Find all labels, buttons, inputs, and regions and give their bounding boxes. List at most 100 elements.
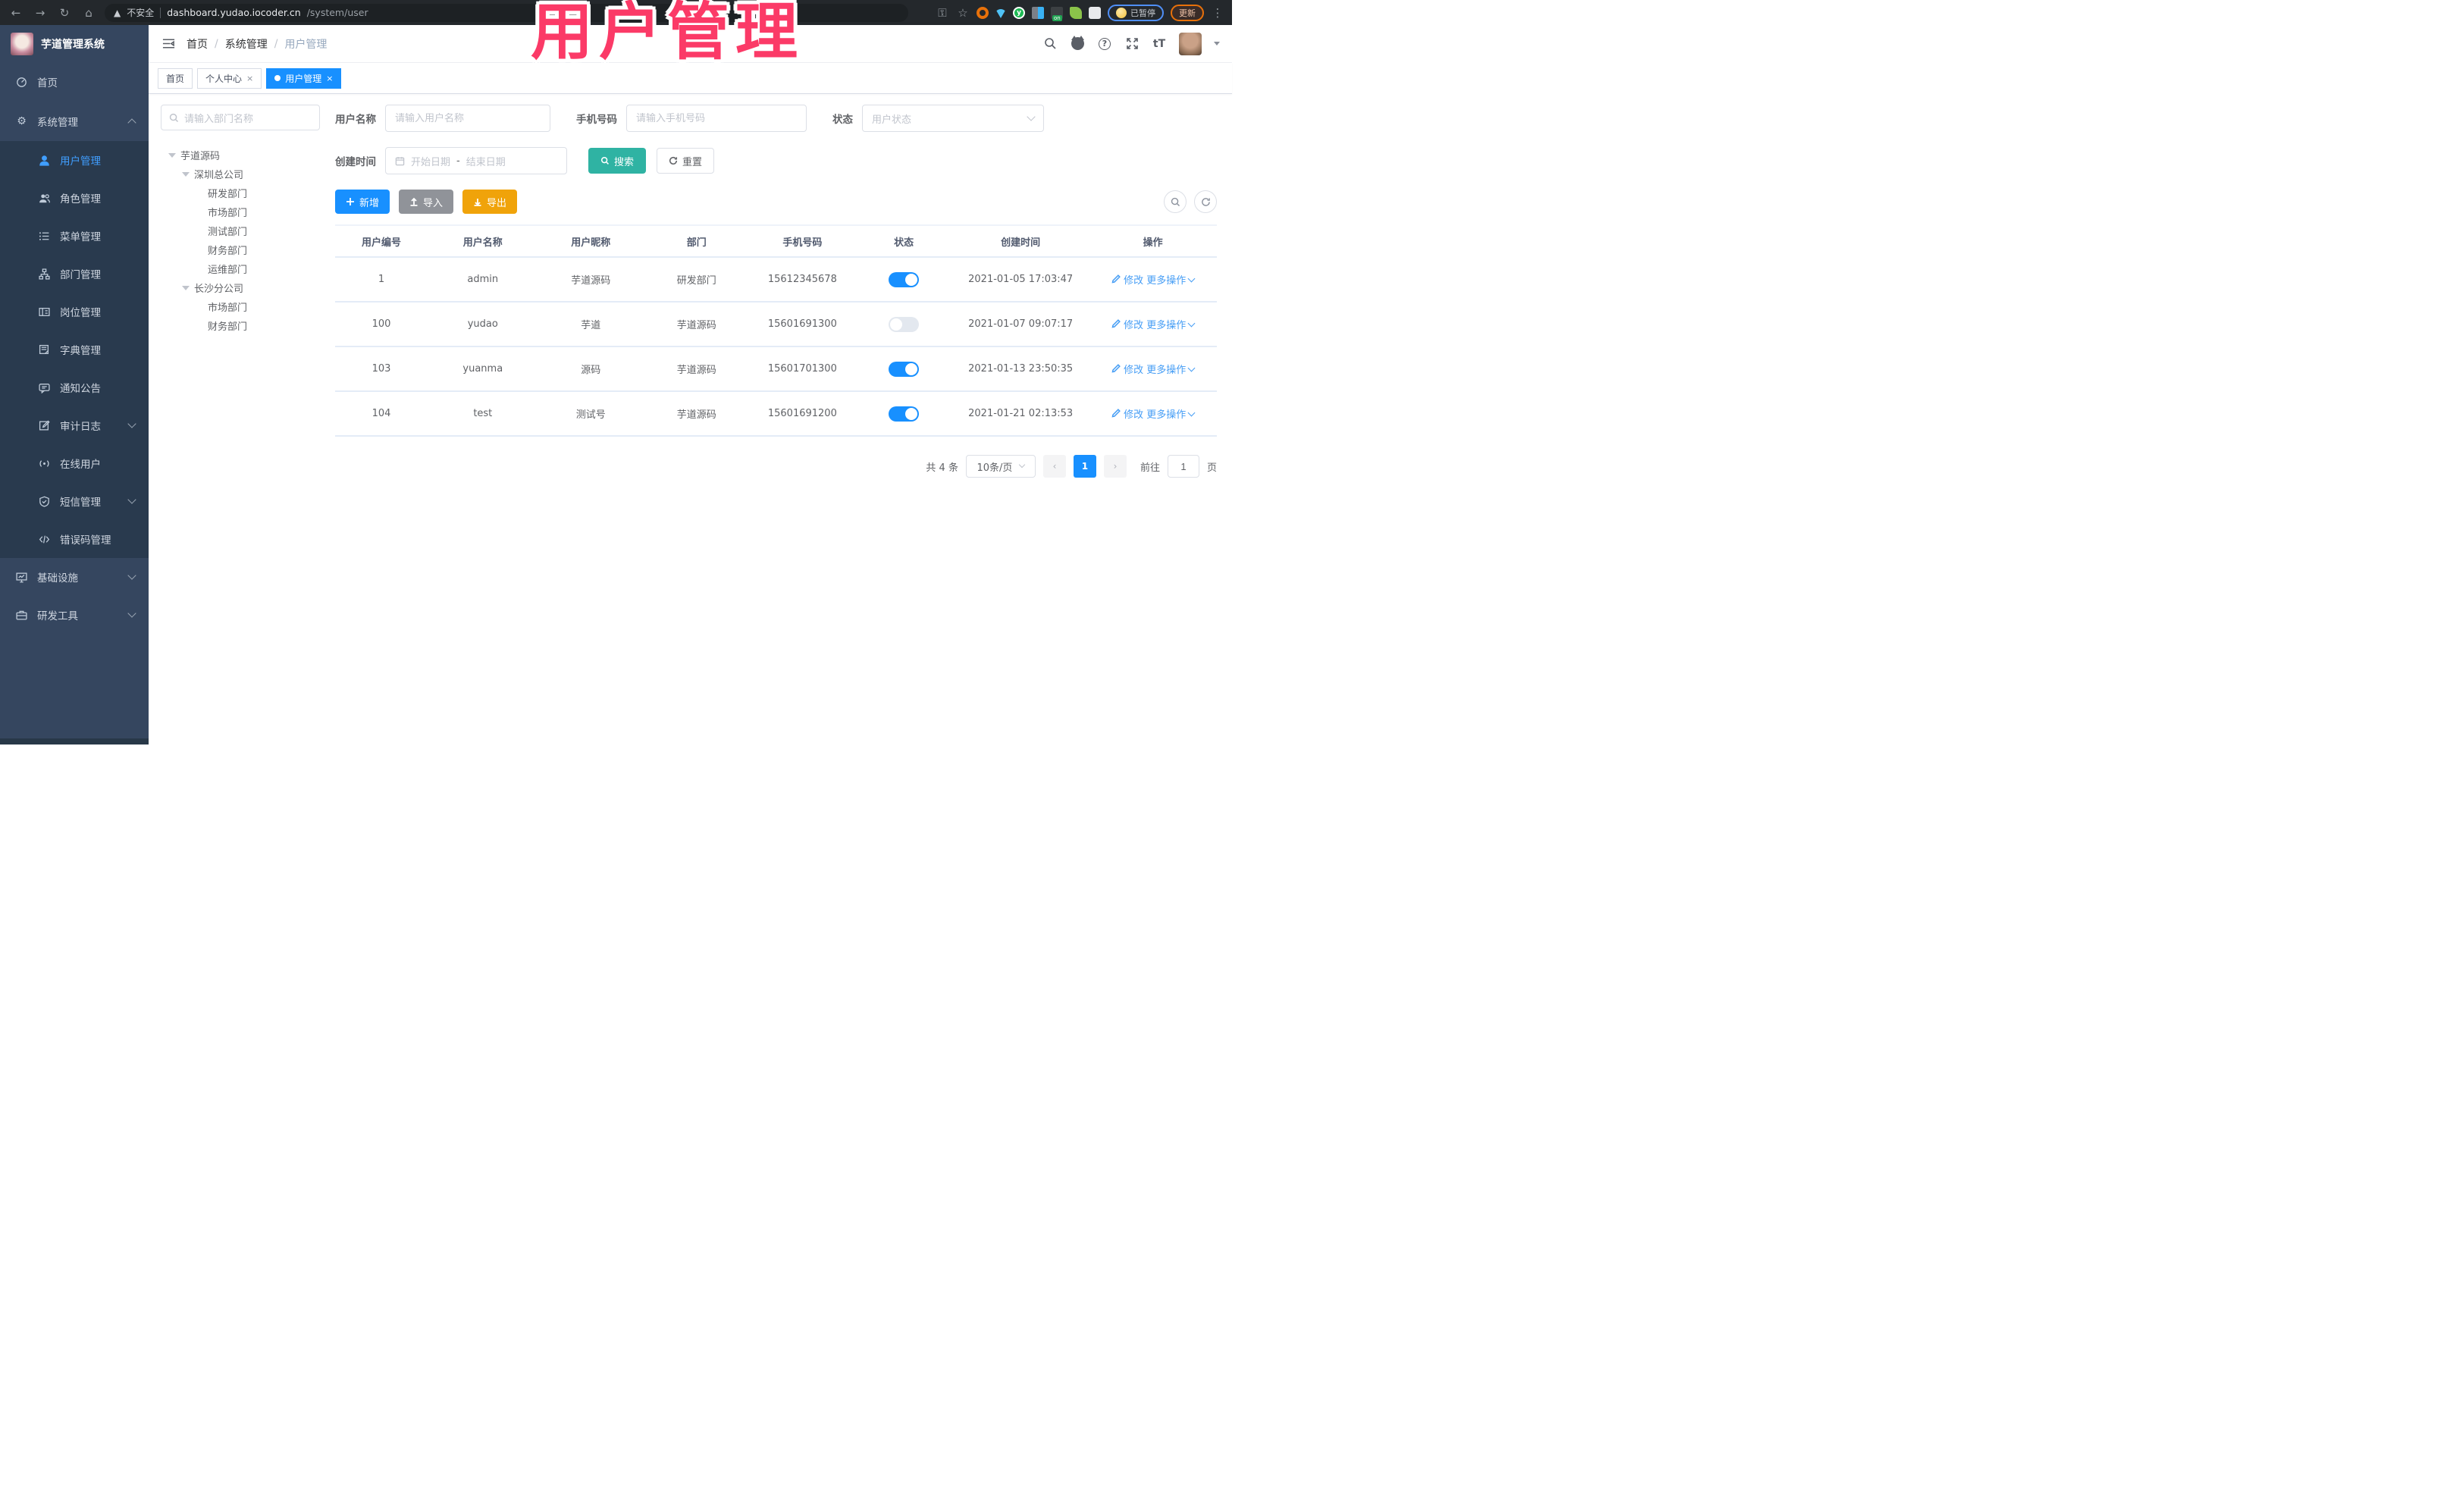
department-search-input[interactable]: 请输入部门名称 — [161, 105, 320, 130]
edit-link[interactable]: 修改 — [1111, 317, 1143, 331]
password-key-icon[interactable]: ⚿ — [936, 6, 949, 20]
tab-home[interactable]: 首页 — [158, 67, 193, 89]
username-input[interactable] — [385, 105, 550, 132]
github-icon[interactable] — [1070, 36, 1085, 52]
tree-node[interactable]: 市场部门 — [161, 297, 320, 316]
sidebar-item-online-users[interactable]: 在线用户 — [0, 444, 149, 482]
browser-home-icon[interactable]: ⌂ — [80, 6, 97, 20]
sidebar-item-dev-tools[interactable]: 研发工具 — [0, 596, 149, 634]
edit-link[interactable]: 修改 — [1111, 362, 1143, 376]
sidebar-item-home[interactable]: 首页 — [0, 63, 149, 101]
mobile-field[interactable] — [636, 112, 797, 124]
extension-icon-3[interactable]: y — [1013, 6, 1025, 19]
date-range-picker[interactable]: 开始日期 - 结束日期 — [385, 147, 567, 174]
app-logo[interactable]: 芋道管理系统 — [0, 25, 149, 63]
user-avatar[interactable] — [1179, 32, 1202, 55]
bookmark-star-icon[interactable]: ☆ — [956, 6, 970, 20]
extensions-puzzle-icon[interactable] — [1089, 6, 1101, 19]
extension-icon-5[interactable] — [1051, 6, 1063, 21]
add-button[interactable]: 新增 — [335, 190, 390, 214]
status-toggle[interactable] — [889, 406, 920, 422]
user-menu-caret-icon[interactable] — [1214, 42, 1220, 45]
breadcrumb-system[interactable]: 系统管理 — [225, 36, 268, 52]
tree-node[interactable]: 市场部门 — [161, 202, 320, 221]
status-toggle[interactable] — [889, 271, 920, 287]
update-button[interactable]: 更新 — [1171, 4, 1204, 21]
tree-node[interactable]: 研发部门 — [161, 183, 320, 202]
tab-user-management[interactable]: 用户管理 × — [266, 67, 342, 89]
next-page-button[interactable]: › — [1103, 455, 1127, 478]
hide-search-button[interactable] — [1164, 190, 1187, 213]
refresh-table-button[interactable] — [1194, 190, 1217, 213]
sidebar-item-departments[interactable]: 部门管理 — [0, 255, 149, 293]
browser-forward-icon[interactable]: → — [32, 6, 49, 20]
username-field[interactable] — [395, 112, 541, 124]
import-button[interactable]: 导入 — [399, 190, 454, 214]
extension-icon-4[interactable] — [1032, 6, 1044, 19]
status-toggle[interactable] — [889, 361, 920, 377]
security-label[interactable]: 不安全 — [127, 6, 154, 19]
edit-label: 修改 — [1124, 274, 1144, 287]
export-button[interactable]: 导出 — [462, 190, 518, 214]
status-select[interactable]: 用户状态 — [862, 105, 1044, 132]
edit-label: 修改 — [1124, 319, 1144, 331]
extension-icon-1[interactable] — [977, 6, 989, 19]
status-toggle[interactable] — [889, 316, 920, 332]
search-icon[interactable] — [1042, 36, 1058, 52]
page-1-button[interactable]: 1 — [1073, 455, 1096, 478]
tree-expand-icon[interactable] — [168, 152, 176, 158]
tree-node-label: 运维部门 — [208, 265, 248, 276]
reset-button[interactable]: 重置 — [657, 148, 715, 174]
profile-paused-pill[interactable]: 已暂停 — [1108, 4, 1164, 21]
tab-profile[interactable]: 个人中心 × — [197, 67, 262, 89]
browser-right-cluster: ⚿ ☆ y 已暂停 更新 ⋮ — [936, 4, 1224, 21]
more-actions-link[interactable]: 更多操作 — [1146, 272, 1196, 287]
tree-expand-icon[interactable] — [182, 285, 190, 290]
sidebar-item-sms[interactable]: 短信管理 — [0, 482, 149, 520]
more-actions-link[interactable]: 更多操作 — [1146, 406, 1196, 421]
page-size-select[interactable]: 10条/页 — [965, 455, 1036, 478]
sidebar-item-users[interactable]: 用户管理 — [0, 141, 149, 179]
fullscreen-icon[interactable] — [1124, 36, 1140, 52]
goto-page-input[interactable] — [1167, 455, 1199, 478]
browser-back-icon[interactable]: ← — [8, 6, 24, 20]
cell-created-time: 2021-01-13 23:50:35 — [952, 346, 1089, 392]
close-icon[interactable]: × — [246, 74, 253, 83]
tree-node[interactable]: 深圳总公司 — [161, 165, 320, 183]
extension-icon-6[interactable] — [1070, 6, 1082, 19]
browser-menu-icon[interactable]: ⋮ — [1211, 6, 1224, 20]
browser-reload-icon[interactable]: ↻ — [56, 6, 73, 20]
tree-node[interactable]: 财务部门 — [161, 316, 320, 335]
breadcrumb-home[interactable]: 首页 — [187, 36, 208, 52]
edit-link[interactable]: 修改 — [1111, 272, 1143, 287]
search-button[interactable]: 搜索 — [588, 148, 647, 174]
sidebar-item-system[interactable]: ⚙ 系统管理 — [0, 101, 149, 141]
extension-icon-2[interactable] — [995, 9, 1006, 18]
sidebar-item-notices[interactable]: 通知公告 — [0, 368, 149, 406]
tree-node[interactable]: 运维部门 — [161, 259, 320, 278]
font-size-icon[interactable]: tT — [1152, 36, 1167, 52]
sidebar-item-menus[interactable]: 菜单管理 — [0, 217, 149, 255]
system-submenu: 用户管理 角色管理 菜单管理 部门管理 岗位管理 字典管理 通知公告 审计日志 … — [0, 141, 149, 558]
tree-node[interactable]: 芋道源码 — [161, 146, 320, 165]
sidebar-item-posts[interactable]: 岗位管理 — [0, 293, 149, 331]
edit-link[interactable]: 修改 — [1111, 406, 1143, 421]
prev-page-button[interactable]: ‹ — [1042, 455, 1066, 478]
sidebar-item-infrastructure[interactable]: 基础设施 — [0, 558, 149, 596]
tree-node[interactable]: 财务部门 — [161, 240, 320, 259]
tree-node[interactable]: 测试部门 — [161, 221, 320, 240]
sidebar-item-dict[interactable]: 字典管理 — [0, 331, 149, 368]
sidebar-item-audit-log[interactable]: 审计日志 — [0, 406, 149, 444]
more-actions-label: 更多操作 — [1146, 320, 1187, 332]
help-icon[interactable]: ? — [1097, 36, 1112, 52]
sidebar-item-error-codes[interactable]: 错误码管理 — [0, 520, 149, 558]
more-actions-link[interactable]: 更多操作 — [1146, 317, 1196, 332]
sidebar-bottom-bar[interactable] — [0, 738, 149, 744]
tree-expand-icon[interactable] — [182, 171, 190, 177]
close-icon[interactable]: × — [326, 74, 333, 83]
tree-node[interactable]: 长沙分公司 — [161, 278, 320, 297]
collapse-sidebar-icon[interactable] — [161, 36, 176, 52]
sidebar-item-roles[interactable]: 角色管理 — [0, 179, 149, 217]
more-actions-link[interactable]: 更多操作 — [1146, 362, 1196, 376]
mobile-input[interactable] — [626, 105, 807, 132]
